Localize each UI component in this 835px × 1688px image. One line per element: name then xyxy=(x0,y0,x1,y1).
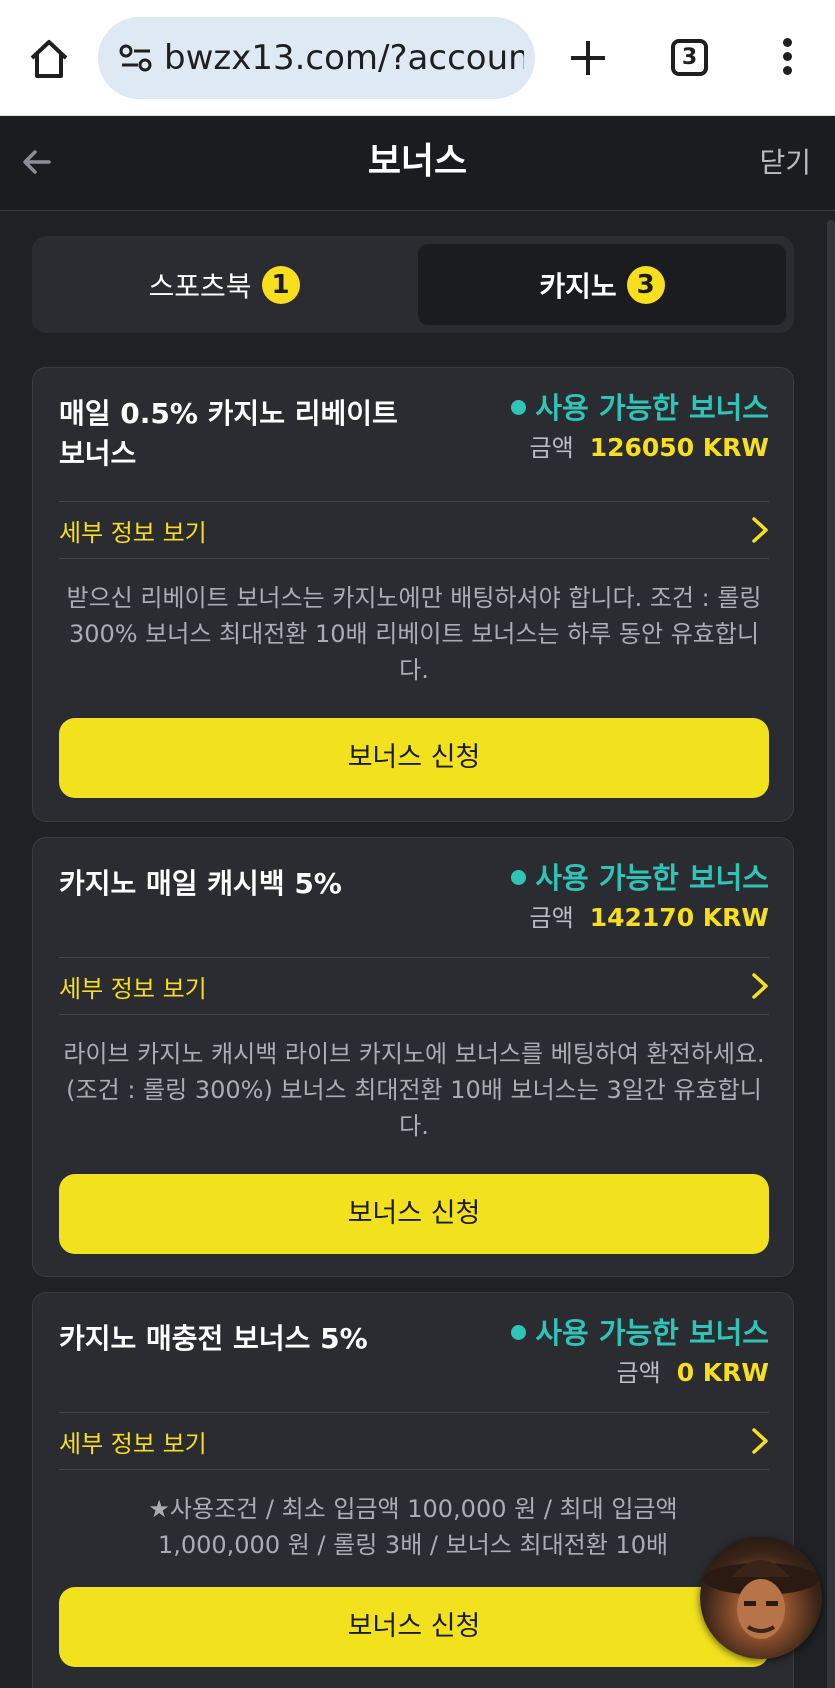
bonus-content: 스포츠북 1 카지노 3 매일 0.5% 카지노 리베이트 보너스 사용 가능한… xyxy=(0,212,835,1688)
amount-row: 금액 142170 KRW xyxy=(530,900,769,939)
app-header: 보너스 닫기 xyxy=(0,117,835,211)
status-text: 사용 가능한 보너스 xyxy=(535,391,769,425)
bonus-description: 라이브 카지노 캐시백 라이브 카지노에 보너스를 베팅하여 환전하세요. (조… xyxy=(63,1040,765,1140)
status-dot-icon xyxy=(511,400,527,415)
amount-label: 금액 xyxy=(529,434,574,462)
amount-value: 126050 KRW xyxy=(589,433,769,462)
new-tab-icon[interactable] xyxy=(568,38,608,78)
view-details-link[interactable]: 세부 정보 보기 xyxy=(59,958,769,1014)
cowboy-portrait-icon xyxy=(703,1560,819,1639)
bonus-description: ★사용조건 / 최소 입금액 100,000 원 / 최대 입금액 1,000,… xyxy=(148,1495,678,1559)
divider xyxy=(59,558,769,559)
page-title: 보너스 xyxy=(367,141,468,182)
browser-toolbar: bwzx13.com/?account: 3 xyxy=(0,0,835,116)
status-badge: 사용 가능한 보너스 xyxy=(511,1313,769,1353)
scrollbar[interactable] xyxy=(827,220,835,1688)
bonus-card: 카지노 매충전 보너스 5% 사용 가능한 보너스 금액 0 KRW 세부 정보 … xyxy=(32,1292,794,1688)
count-badge: 3 xyxy=(626,265,665,304)
address-bar[interactable]: bwzx13.com/?account: xyxy=(98,17,535,99)
bonus-title: 카지노 매일 캐시백 5% xyxy=(59,867,342,900)
status-text: 사용 가능한 보너스 xyxy=(535,861,769,895)
site-settings-icon[interactable] xyxy=(118,41,154,75)
bonus-description: 받으신 리베이트 보너스는 카지노에만 배팅하셔야 합니다. 조건 : 롤링 3… xyxy=(66,584,762,684)
tab-casino[interactable]: 카지노 3 xyxy=(418,244,786,325)
apply-bonus-button[interactable]: 보너스 신청 xyxy=(59,1174,769,1254)
details-label: 세부 정보 보기 xyxy=(59,518,207,547)
bonus-title: 카지노 매충전 보너스 5% xyxy=(59,1322,368,1355)
status-badge: 사용 가능한 보너스 xyxy=(511,388,769,428)
tab-label: 카지노 xyxy=(539,269,617,303)
divider xyxy=(59,1014,769,1015)
count-badge: 1 xyxy=(261,265,300,304)
tab-label: 스포츠북 xyxy=(148,269,252,303)
amount-row: 금액 126050 KRW xyxy=(530,430,769,469)
amount-row: 금액 0 KRW xyxy=(617,1355,769,1394)
url-text[interactable]: bwzx13.com/?account: xyxy=(164,35,524,81)
chevron-right-icon xyxy=(752,517,768,543)
amount-value: 142170 KRW xyxy=(589,903,769,932)
chevron-right-icon xyxy=(752,973,768,999)
amount-value: 0 KRW xyxy=(676,1358,769,1387)
bonus-card: 매일 0.5% 카지노 리베이트 보너스 사용 가능한 보너스 금액 126050… xyxy=(32,367,794,822)
view-details-link[interactable]: 세부 정보 보기 xyxy=(59,1413,769,1469)
support-avatar[interactable] xyxy=(700,1537,822,1659)
view-details-link[interactable]: 세부 정보 보기 xyxy=(59,502,769,558)
apply-bonus-button[interactable]: 보너스 신청 xyxy=(59,1587,769,1667)
category-tabs: 스포츠북 1 카지노 3 xyxy=(32,236,794,333)
details-label: 세부 정보 보기 xyxy=(59,974,207,1003)
status-badge: 사용 가능한 보너스 xyxy=(511,858,769,898)
close-button[interactable]: 닫기 xyxy=(759,145,811,181)
tab-switcher-button[interactable]: 3 xyxy=(671,39,708,76)
bonus-card: 카지노 매일 캐시백 5% 사용 가능한 보너스 금액 142170 KRW 세부… xyxy=(32,837,794,1277)
apply-bonus-button[interactable]: 보너스 신청 xyxy=(59,718,769,798)
status-dot-icon xyxy=(511,1325,527,1340)
tab-sportsbook[interactable]: 스포츠북 1 xyxy=(40,244,408,325)
divider xyxy=(59,1469,769,1470)
amount-label: 금액 xyxy=(616,1359,661,1387)
more-menu-icon[interactable] xyxy=(776,38,798,78)
status-text: 사용 가능한 보너스 xyxy=(535,1316,769,1350)
details-label: 세부 정보 보기 xyxy=(59,1429,207,1458)
chevron-right-icon xyxy=(752,1428,768,1454)
bonus-title: 매일 0.5% 카지노 리베이트 보너스 xyxy=(59,397,398,470)
status-dot-icon xyxy=(511,870,527,885)
home-icon[interactable] xyxy=(26,36,72,82)
amount-label: 금액 xyxy=(529,904,574,932)
